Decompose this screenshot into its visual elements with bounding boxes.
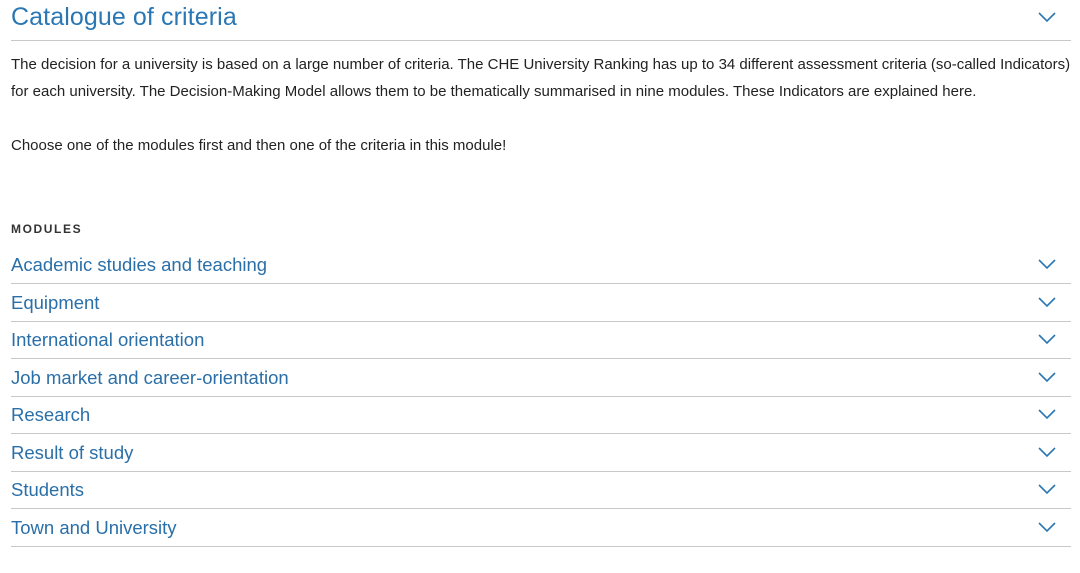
page-title: Catalogue of criteria bbox=[11, 3, 237, 31]
chevron-down-icon[interactable] bbox=[1037, 296, 1057, 308]
chevron-down-icon[interactable] bbox=[1037, 446, 1057, 458]
module-students[interactable]: Students bbox=[11, 472, 1071, 509]
chevron-down-icon[interactable] bbox=[1037, 333, 1057, 345]
chevron-down-icon[interactable] bbox=[1037, 11, 1057, 23]
module-label: Students bbox=[11, 479, 85, 500]
chevron-down-icon[interactable] bbox=[1037, 371, 1057, 383]
module-label: Academic studies and teaching bbox=[11, 254, 268, 275]
module-research[interactable]: Research bbox=[11, 397, 1071, 434]
modules-heading: MODULES bbox=[11, 222, 83, 236]
intro-paragraph: The decision for a university is based o… bbox=[11, 56, 1071, 100]
module-town-and-university[interactable]: Town and University bbox=[11, 510, 1071, 547]
criteria-catalogue: Catalogue of criteria The decision for a… bbox=[11, 0, 1071, 547]
instruction-paragraph: Choose one of the modules first and then… bbox=[11, 137, 507, 154]
module-label: Research bbox=[11, 404, 91, 425]
module-equipment[interactable]: Equipment bbox=[11, 285, 1071, 322]
intro-text: The decision for a university is based o… bbox=[11, 51, 1071, 159]
module-academic-studies[interactable]: Academic studies and teaching bbox=[11, 247, 1071, 284]
chevron-down-icon[interactable] bbox=[1037, 408, 1057, 420]
module-label: Result of study bbox=[11, 441, 134, 463]
module-job-market[interactable]: Job market and career-orientation bbox=[11, 360, 1071, 397]
chevron-down-icon[interactable] bbox=[1037, 258, 1057, 270]
catalogue-header[interactable]: Catalogue of criteria bbox=[11, 0, 1071, 41]
chevron-down-icon[interactable] bbox=[1037, 521, 1057, 533]
module-label: International orientation bbox=[11, 329, 205, 350]
chevron-down-icon[interactable] bbox=[1037, 483, 1057, 495]
module-label: Town and University bbox=[11, 516, 177, 538]
module-international-orientation[interactable]: International orientation bbox=[11, 322, 1071, 359]
module-result-of-study[interactable]: Result of study bbox=[11, 435, 1071, 472]
module-label: Job market and career-orientation bbox=[11, 366, 289, 388]
module-label: Equipment bbox=[11, 291, 100, 313]
modules-accordion: Academic studies and teaching Equipment … bbox=[11, 247, 1071, 547]
